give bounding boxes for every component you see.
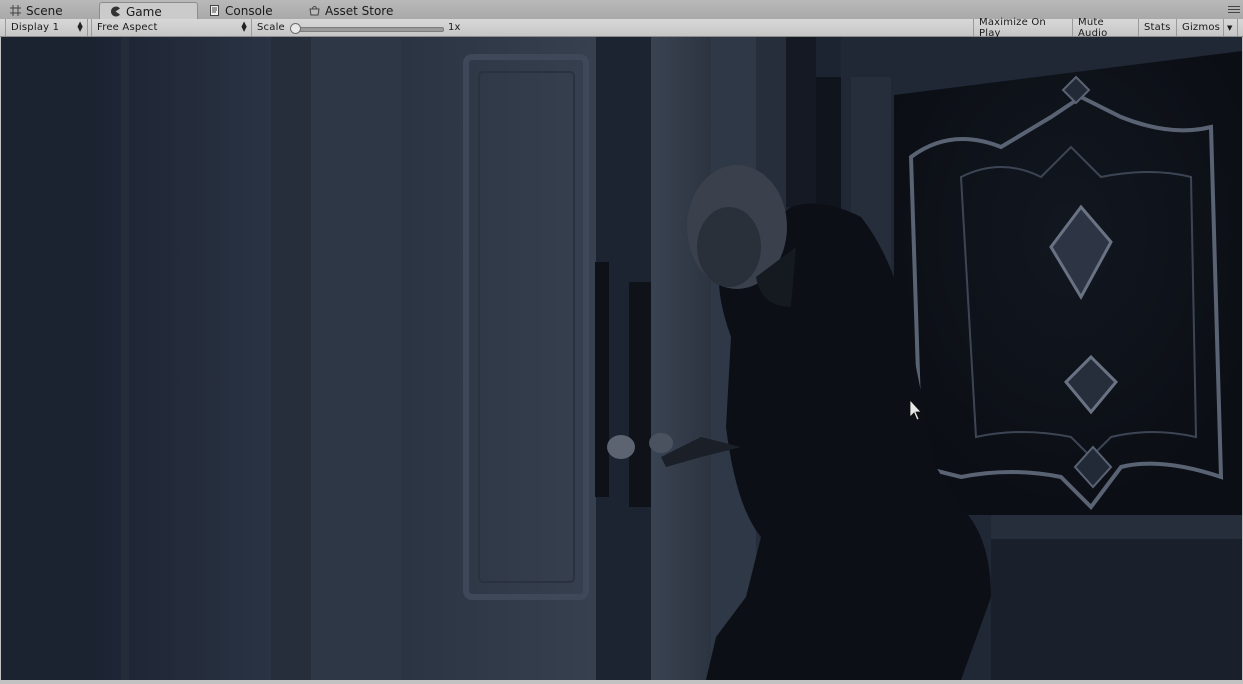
unity-game-window: Scene Game Console Asset Store Display 1… bbox=[0, 0, 1243, 684]
dropdown-arrows-icon: ▲ ▼ bbox=[241, 20, 247, 33]
dropdown-arrows-icon: ▲ ▼ bbox=[77, 20, 83, 33]
mute-audio-label: Mute Audio bbox=[1078, 16, 1108, 39]
console-icon bbox=[209, 5, 220, 16]
game-scene-render bbox=[1, 37, 1242, 680]
display-dropdown[interactable]: Display 1 ▲ ▼ bbox=[5, 19, 88, 36]
pacman-icon bbox=[110, 6, 121, 17]
tab-label: Console bbox=[225, 3, 273, 18]
game-view-toolbar: Display 1 ▲ ▼ Free Aspect ▲ ▼ Scale 1x Max… bbox=[0, 16, 1243, 39]
asset-store-icon bbox=[309, 5, 320, 16]
door-left-leaf bbox=[401, 37, 596, 680]
marble-panel bbox=[894, 51, 1242, 515]
left-column bbox=[1, 37, 96, 680]
scale-slider-track[interactable] bbox=[294, 27, 444, 32]
scale-label-text: Scale bbox=[257, 22, 285, 33]
chevron-down-icon: ▼ bbox=[1227, 23, 1233, 32]
scene-grid-icon bbox=[10, 5, 21, 16]
tab-console[interactable]: Console bbox=[199, 2, 298, 19]
display-value: Display 1 bbox=[11, 22, 60, 33]
scale-value: 1x bbox=[443, 19, 473, 36]
tab-label: Asset Store bbox=[325, 3, 394, 18]
scale-value-text: 1x bbox=[448, 22, 461, 33]
window-menu-icon[interactable] bbox=[1228, 4, 1240, 14]
tab-scene[interactable]: Scene bbox=[0, 2, 98, 19]
aspect-value: Free Aspect bbox=[97, 22, 158, 33]
aspect-dropdown[interactable]: Free Aspect ▲ ▼ bbox=[91, 19, 252, 36]
gizmos-dropdown[interactable]: ▼ bbox=[1224, 19, 1238, 36]
maximize-on-play-toggle[interactable]: Maximize On Play bbox=[973, 16, 1073, 39]
tab-label: Scene bbox=[26, 3, 63, 18]
game-viewport[interactable] bbox=[1, 37, 1242, 680]
gizmos-label: Gizmos bbox=[1182, 22, 1221, 33]
scale-label: Scale bbox=[252, 19, 292, 36]
stats-toggle[interactable]: Stats bbox=[1139, 19, 1177, 36]
stats-label: Stats bbox=[1144, 22, 1171, 33]
tab-game[interactable]: Game bbox=[99, 2, 198, 20]
door-right-leaf bbox=[651, 37, 711, 680]
scale-slider-thumb[interactable] bbox=[290, 23, 301, 34]
maximize-on-play-label: Maximize On Play bbox=[979, 16, 1046, 39]
tab-label: Game bbox=[126, 4, 162, 19]
tab-asset-store[interactable]: Asset Store bbox=[299, 2, 409, 19]
gizmos-toggle[interactable]: Gizmos bbox=[1177, 19, 1224, 36]
mute-audio-toggle[interactable]: Mute Audio bbox=[1073, 16, 1139, 39]
